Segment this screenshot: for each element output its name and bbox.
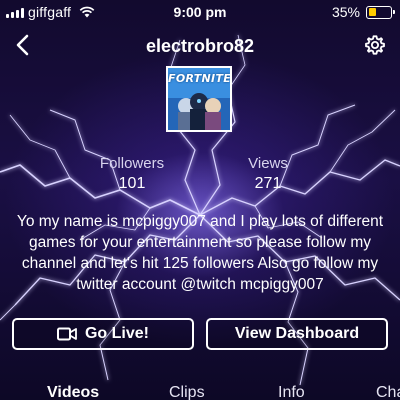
view-dashboard-label: View Dashboard xyxy=(234,325,360,342)
followers-count: 101 xyxy=(118,175,146,192)
tab-videos[interactable]: Videos xyxy=(47,384,99,400)
avatar[interactable]: FORTNITE xyxy=(166,66,232,132)
view-dashboard-button[interactable]: View Dashboard xyxy=(206,318,388,350)
gear-icon[interactable] xyxy=(364,34,386,56)
followers-stat: Followers 101 xyxy=(72,155,192,193)
channel-name-title: electrobro82 xyxy=(145,36,255,56)
views-count: 271 xyxy=(254,175,282,192)
status-right: 35% xyxy=(331,4,395,20)
status-bar: giffgaff 9:00 pm 35% xyxy=(0,0,400,24)
profile-tabs: Videos Clips Info Cha xyxy=(0,384,400,400)
camera-icon xyxy=(56,327,77,341)
views-stat: Views 271 xyxy=(208,155,328,193)
go-live-button[interactable]: Go Live! xyxy=(12,318,194,350)
tab-clips[interactable]: Clips xyxy=(169,384,205,400)
battery-percent: 35% xyxy=(331,4,360,20)
tab-chat[interactable]: Cha xyxy=(376,384,400,400)
go-live-label: Go Live! xyxy=(84,325,149,342)
profile-screen: giffgaff 9:00 pm 35% electrobro82 FORTNI… xyxy=(0,0,400,400)
followers-label: Followers xyxy=(99,155,165,172)
avatar-logo-text: FORTNITE xyxy=(168,72,232,85)
battery-level-fill xyxy=(368,8,376,16)
tab-info[interactable]: Info xyxy=(278,384,305,400)
views-label: Views xyxy=(248,155,288,172)
battery-icon xyxy=(366,5,395,19)
channel-bio: Yo my name is mcpiggy007 and I play lots… xyxy=(16,213,384,293)
